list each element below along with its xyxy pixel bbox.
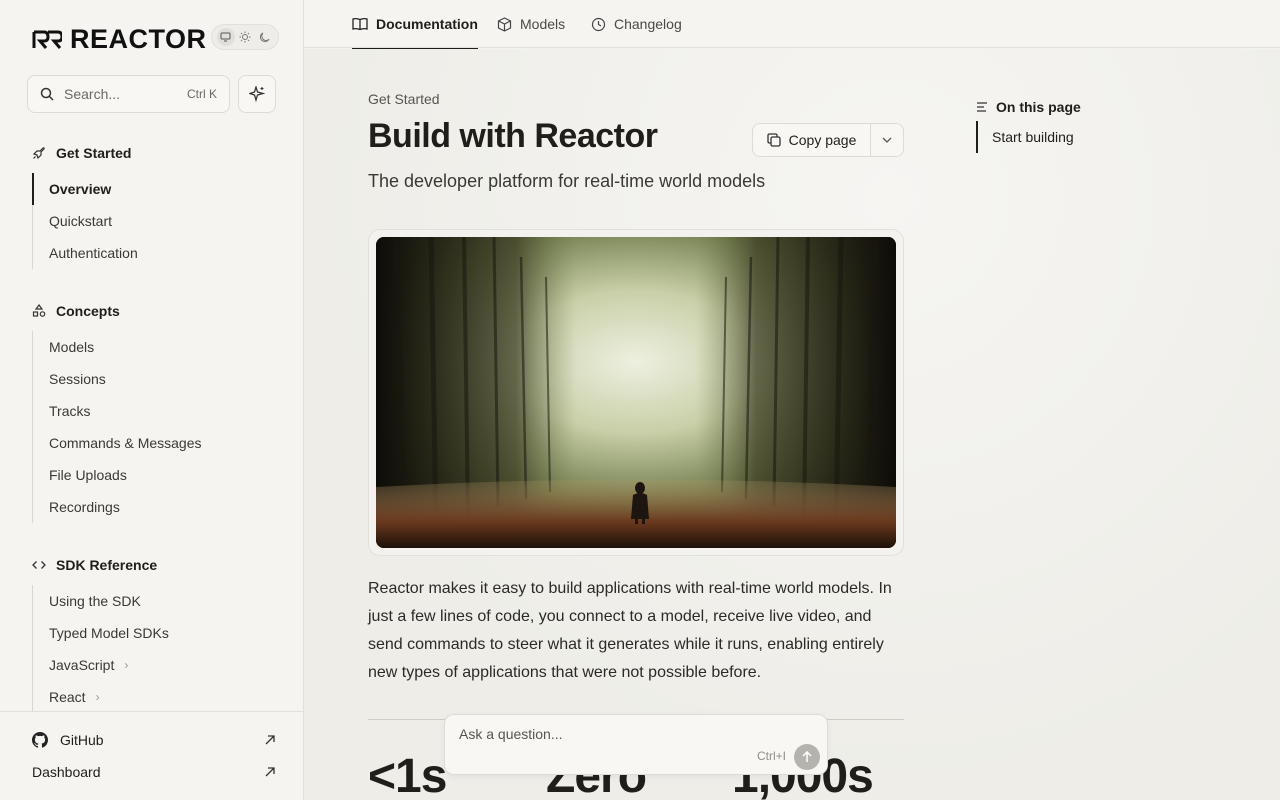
ask-shortcut: Ctrl+I: [757, 749, 787, 763]
hero-image: [376, 237, 896, 548]
brand-name: REACTOR: [70, 24, 207, 54]
sidebar: REACTOR Search... Ctrl K Get Started Ove…: [0, 0, 304, 800]
chevron-right-icon: ›: [95, 690, 100, 704]
sidebar-item-models[interactable]: Models: [33, 331, 272, 363]
clock-icon: [591, 17, 606, 31]
sparkle-icon: [249, 86, 265, 102]
nav-group-get-started: Overview Quickstart Authentication: [32, 173, 272, 269]
copy-icon: [766, 133, 781, 147]
section-title: Get Started: [56, 145, 132, 161]
sidebar-item-commands-messages[interactable]: Commands & Messages: [33, 427, 272, 459]
dashboard-link[interactable]: Dashboard: [32, 760, 276, 784]
search-input[interactable]: Search... Ctrl K: [27, 75, 230, 113]
search-placeholder: Search...: [64, 86, 121, 102]
cube-icon: [497, 16, 512, 32]
nav-group-concepts: Models Sessions Tracks Commands & Messag…: [32, 331, 272, 523]
sidebar-item-recordings[interactable]: Recordings: [33, 491, 272, 523]
github-icon: [32, 732, 48, 748]
github-link[interactable]: GitHub: [32, 728, 276, 752]
copy-page-group: Copy page: [752, 123, 904, 157]
code-icon: [32, 561, 46, 569]
toc-title: On this page: [976, 99, 1081, 115]
shapes-icon: [32, 304, 46, 317]
sidebar-item-overview[interactable]: Overview: [32, 173, 272, 205]
hero-image-frame: [368, 229, 904, 556]
tab-models[interactable]: Models: [497, 0, 565, 48]
ai-assistant-button[interactable]: [238, 75, 276, 113]
dashboard-label: Dashboard: [32, 764, 101, 780]
sun-icon[interactable]: [236, 28, 254, 46]
copy-options-dropdown[interactable]: [871, 124, 903, 156]
sidebar-item-tracks[interactable]: Tracks: [33, 395, 272, 427]
chevron-down-icon: [882, 137, 892, 143]
sidebar-item-using-the-sdk[interactable]: Using the SDK: [33, 585, 272, 617]
sidebar-footer: GitHub Dashboard: [0, 711, 303, 800]
page-subtitle: The developer platform for real-time wor…: [368, 171, 766, 191]
main-content: Get Started Build with Reactor Copy page…: [304, 49, 1280, 800]
nav-group-sdk-reference: Using the SDK Typed Model SDKs JavaScrip…: [32, 585, 272, 713]
sidebar-item-label: JavaScript: [49, 657, 115, 673]
intro-paragraph: Reactor makes it easy to build applicati…: [368, 580, 892, 681]
ask-placeholder: Ask a question...: [459, 726, 563, 742]
page-title: Build with Reactor: [368, 117, 658, 155]
search-icon: [40, 87, 54, 101]
toc-title-label: On this page: [996, 99, 1081, 115]
toc-item-start-building[interactable]: Start building: [976, 121, 1074, 153]
section-sdk-reference: SDK Reference: [32, 557, 157, 573]
rocket-icon: [32, 147, 45, 160]
theme-toggle[interactable]: [211, 24, 279, 50]
chevron-right-icon: ›: [124, 658, 129, 672]
external-link-icon: [265, 735, 275, 745]
sidebar-item-authentication[interactable]: Authentication: [33, 237, 272, 269]
sidebar-item-sessions[interactable]: Sessions: [33, 363, 272, 395]
arrow-up-icon: [802, 751, 812, 762]
moon-icon[interactable]: [255, 28, 273, 46]
ask-question-input[interactable]: Ask a question... Ctrl+I: [444, 714, 828, 775]
breadcrumb[interactable]: Get Started: [368, 91, 440, 107]
tab-changelog[interactable]: Changelog: [591, 0, 682, 48]
copy-page-button[interactable]: Copy page: [753, 124, 871, 156]
text-align-icon: [977, 102, 987, 112]
section-title: Concepts: [56, 303, 120, 319]
tab-label: Changelog: [614, 16, 682, 32]
send-button[interactable]: [794, 744, 820, 770]
top-nav: Documentation Models Changelog: [304, 0, 1280, 49]
external-link-icon: [265, 767, 275, 777]
stat-latency: <1s: [368, 750, 447, 800]
section-title: SDK Reference: [56, 557, 158, 573]
tab-label: Documentation: [376, 16, 478, 32]
book-icon: [352, 17, 368, 31]
reactor-logo-icon: [32, 30, 62, 49]
github-label: GitHub: [60, 732, 104, 748]
sidebar-item-file-uploads[interactable]: File Uploads: [33, 459, 272, 491]
sidebar-item-typed-model-sdks[interactable]: Typed Model SDKs: [33, 617, 272, 649]
sidebar-item-label: React: [49, 689, 86, 705]
sidebar-item-quickstart[interactable]: Quickstart: [33, 205, 272, 237]
section-concepts: Concepts: [32, 303, 120, 319]
tab-documentation[interactable]: Documentation: [352, 0, 478, 49]
monitor-icon[interactable]: [216, 28, 235, 46]
search-shortcut: Ctrl K: [187, 87, 217, 101]
copy-page-label: Copy page: [788, 132, 857, 148]
sidebar-item-react[interactable]: React ›: [33, 681, 272, 713]
logo[interactable]: REACTOR: [32, 24, 207, 55]
tab-label: Models: [520, 16, 566, 32]
section-get-started: Get Started: [32, 145, 131, 161]
sidebar-item-javascript[interactable]: JavaScript ›: [33, 649, 272, 681]
